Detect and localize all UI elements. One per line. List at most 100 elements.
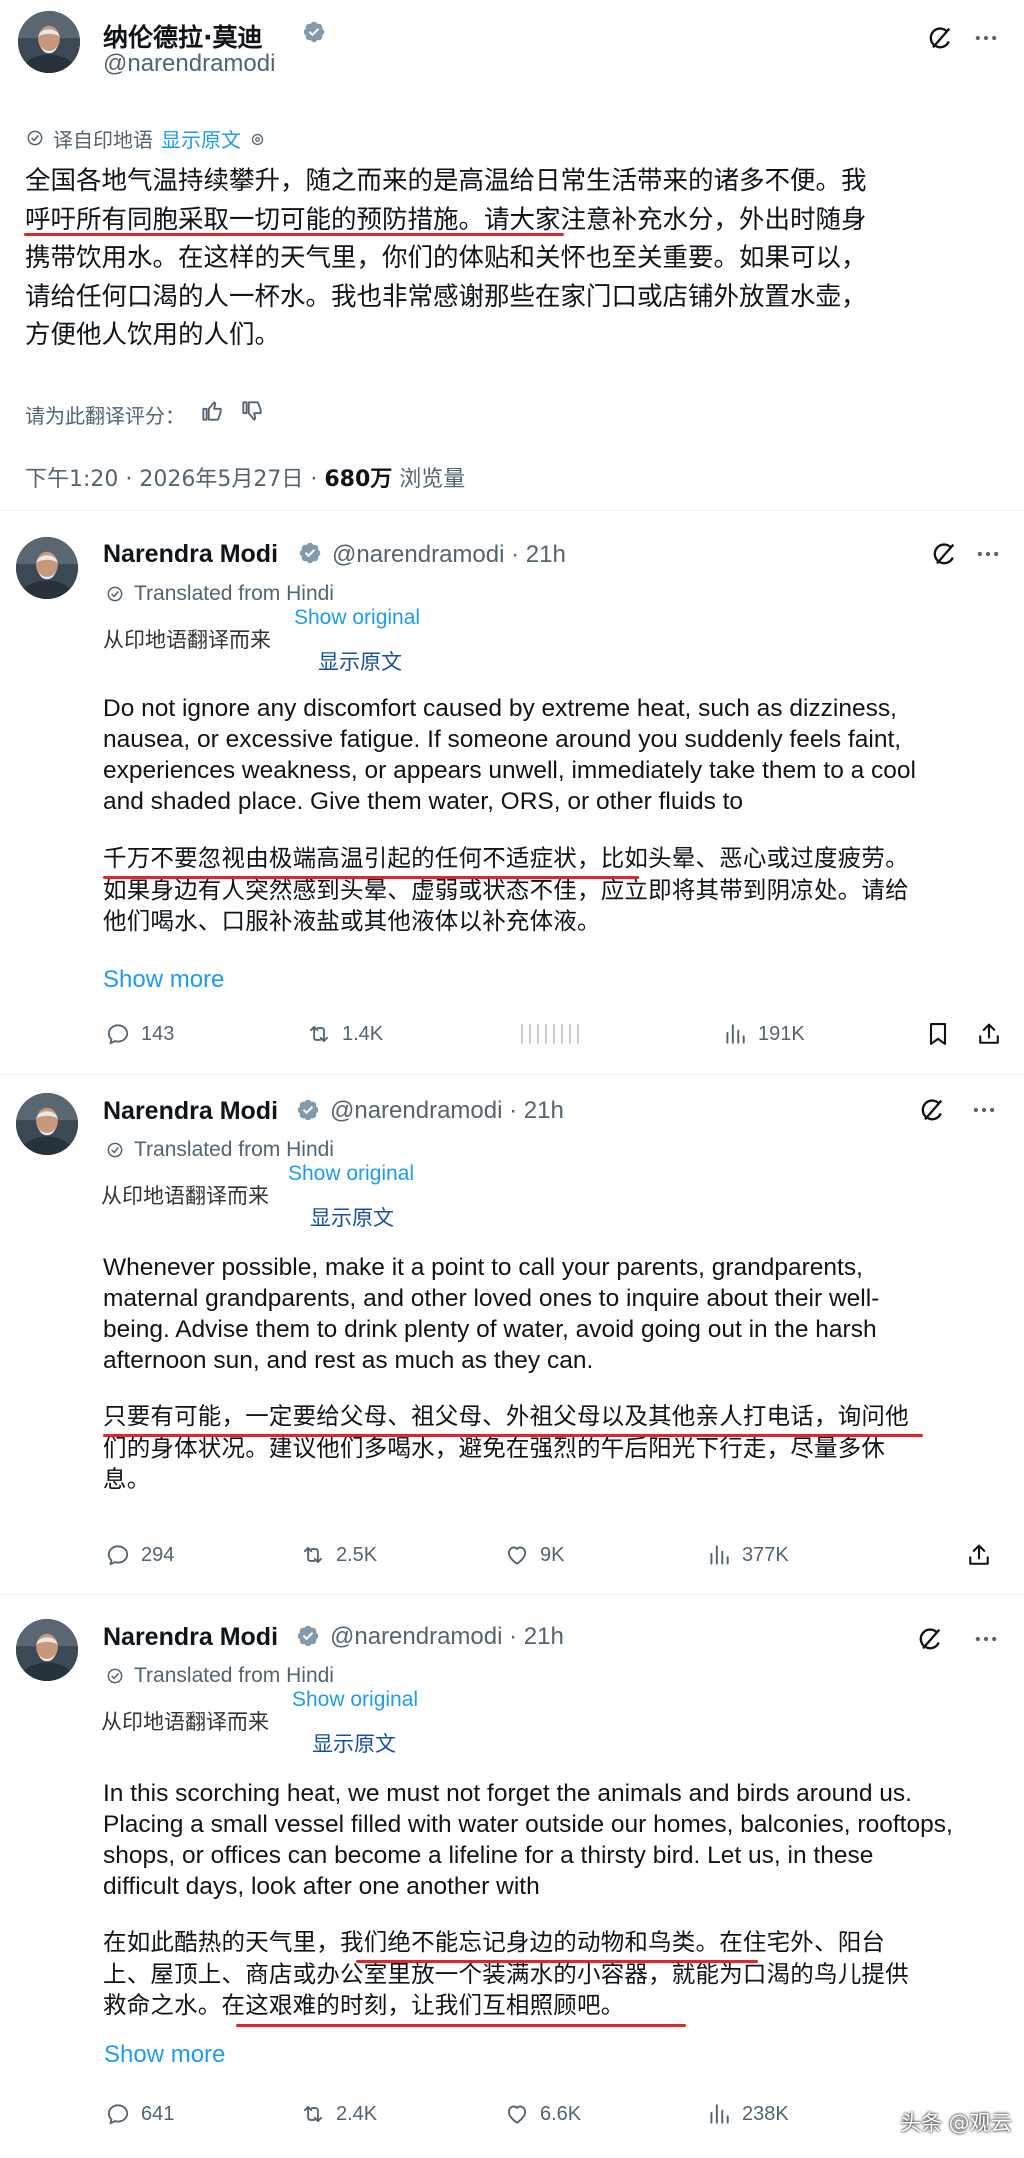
repost-icon xyxy=(300,2101,326,2127)
translate-icon xyxy=(105,1140,125,1161)
reply-text-en: Whenever possible, make it a point to ca… xyxy=(103,1252,983,1376)
gear-icon[interactable] xyxy=(249,127,266,150)
translate-icon xyxy=(105,1666,125,1687)
text-line: experiences weakness, or appears unwell,… xyxy=(103,757,916,784)
grok-icon[interactable] xyxy=(930,540,958,573)
author-name[interactable]: Narendra Modi xyxy=(103,1097,278,1126)
text-line: and shaded place. Give them water, ORS, … xyxy=(103,788,744,815)
show-more-link[interactable]: Show more xyxy=(103,966,224,994)
reply-count[interactable]: 641 xyxy=(105,2101,174,2127)
author-handle[interactable]: @narendramodi · 21h xyxy=(330,1623,564,1651)
show-original-link[interactable]: Show original xyxy=(294,606,420,630)
views-count: 680万 xyxy=(324,467,393,492)
translate-icon xyxy=(25,127,45,150)
grok-icon[interactable] xyxy=(916,1625,944,1658)
avatar[interactable] xyxy=(18,11,80,73)
share-icon[interactable] xyxy=(975,1020,1003,1053)
timestamp[interactable]: 下午1:20 · 2026年5月27日 · xyxy=(25,467,317,492)
divider xyxy=(0,1594,1024,1595)
text-line: 救命之水。在这艰难的时刻，让我们互相照顾吧。 xyxy=(103,1991,625,2019)
more-options-icon[interactable] xyxy=(974,540,1002,573)
show-original-link[interactable]: 显示原文 xyxy=(161,124,241,153)
text-line: Do not ignore any discomfort caused by e… xyxy=(103,695,897,722)
reply-count[interactable]: 294 xyxy=(105,1542,174,1568)
verified-icon xyxy=(296,1624,320,1650)
cn-translated-from-label: 从印地语翻译而来 xyxy=(101,1710,269,1734)
show-original-link[interactable]: Show original xyxy=(292,1688,418,1712)
show-original-link[interactable]: Show original xyxy=(288,1162,414,1186)
views-count[interactable]: 191K xyxy=(722,1021,805,1047)
reply-icon xyxy=(105,1542,131,1568)
thumb-down-icon[interactable] xyxy=(239,398,265,430)
cn-show-original-label: 显示原文 xyxy=(312,1732,396,1756)
author-name[interactable]: Narendra Modi xyxy=(103,540,278,569)
bookmark-icon[interactable] xyxy=(924,1020,952,1053)
like-icon xyxy=(521,1024,579,1044)
more-options-icon[interactable] xyxy=(970,1096,998,1129)
post-meta: 下午1:20 · 2026年5月27日 · 680万 浏览量 xyxy=(25,461,465,493)
cn-translated-from-label: 从印地语翻译而来 xyxy=(103,628,271,652)
share-icon[interactable] xyxy=(965,1541,993,1574)
highlight-underline xyxy=(356,1960,758,1963)
reply-text-cn: 在如此酷热的天气里，我们绝不能忘记身边的动物和鸟类。在住宅外、阳台 上、屋顶上、… xyxy=(103,1927,983,2022)
text-line: Whenever possible, make it a point to ca… xyxy=(103,1254,863,1281)
grok-icon[interactable] xyxy=(918,1096,946,1129)
text-line: being. Advise them to drink plenty of wa… xyxy=(103,1316,877,1343)
verified-icon xyxy=(302,20,326,44)
text-line: 如果身边有人突然感到头晕、虚弱或状态不佳，应立即将其带到阴凉处。请给 xyxy=(103,875,909,904)
thumb-up-icon[interactable] xyxy=(199,398,225,430)
highlight-underline xyxy=(103,876,639,879)
reply-count[interactable]: 143 xyxy=(105,1021,174,1047)
views-icon xyxy=(706,2101,732,2127)
highlight-underline xyxy=(103,1434,923,1437)
verified-icon xyxy=(298,541,322,567)
views-label: 浏览量 xyxy=(399,467,466,492)
like-count[interactable]: 6.6K xyxy=(504,2101,581,2127)
cn-show-original-label: 显示原文 xyxy=(310,1206,394,1230)
repost-icon xyxy=(300,1542,326,1568)
views-icon xyxy=(722,1021,748,1047)
reply-icon xyxy=(105,1021,131,1047)
reply-text-cn: 千万不要忽视由极端高温引起的任何不适症状，比如头晕、恶心或过度疲劳。 如果身边有… xyxy=(103,843,983,938)
text-line: afternoon sun, and rest as much as they … xyxy=(103,1347,594,1374)
verified-icon xyxy=(296,1098,320,1124)
text-line: 们的身体状况。建议他们多喝水，避免在强烈的午后阳光下行走，尽量多休 xyxy=(103,1433,886,1462)
translated-from-label: Translated from Hindi xyxy=(134,582,334,605)
avatar[interactable] xyxy=(16,1093,78,1155)
views-count[interactable]: 238K xyxy=(706,2101,789,2127)
more-options-icon[interactable] xyxy=(972,24,1000,57)
cn-translated-from-label: 从印地语翻译而来 xyxy=(101,1184,269,1208)
text-line: difficult days, look after one another w… xyxy=(103,1873,540,1900)
reply-text-cn: 只要有可能，一定要给父母、祖父母、外祖父母以及其他亲人打电话，询问他 们的身体状… xyxy=(103,1401,983,1496)
author-handle[interactable]: @narendramodi · 21h xyxy=(332,541,566,569)
repost-count[interactable]: 2.4K xyxy=(300,2101,377,2127)
translate-icon xyxy=(105,584,125,605)
text-line: 千万不要忽视由极端高温引起的任何不适症状，比如头晕、恶心或过度疲劳。 xyxy=(103,844,909,872)
translation-rating: 请为此翻译评分： xyxy=(25,398,265,430)
post-body-line: 方便他人饮用的人们。 xyxy=(25,320,281,350)
reply-icon xyxy=(105,2101,131,2127)
like-count[interactable]: 9K xyxy=(504,1542,564,1568)
reply-text-en: In this scorching heat, we must not forg… xyxy=(103,1778,983,1902)
translated-from-label: Translated from Hindi xyxy=(134,1138,334,1161)
avatar[interactable] xyxy=(16,537,78,599)
translated-from-label: Translated from Hindi xyxy=(134,1664,334,1687)
author-name[interactable]: 纳伦德拉·莫迪 xyxy=(103,18,263,54)
author-handle[interactable]: @narendramodi · 21h xyxy=(330,1097,564,1125)
author-name[interactable]: Narendra Modi xyxy=(103,1623,278,1652)
translation-notice: 译自印地语 显示原文 xyxy=(25,124,266,153)
post-body-line: 携带饮用水。在这样的天气里，你们的体贴和关怀也至关重要。如果可以， xyxy=(25,243,867,273)
more-options-icon[interactable] xyxy=(972,1625,1000,1658)
views-count[interactable]: 377K xyxy=(706,1542,789,1568)
repost-count[interactable]: 2.5K xyxy=(300,1542,377,1568)
avatar[interactable] xyxy=(16,1619,78,1681)
repost-count[interactable]: 1.4K xyxy=(306,1021,383,1047)
show-more-link[interactable]: Show more xyxy=(104,2041,225,2069)
translated-label: 译自印地语 xyxy=(53,128,153,152)
rate-label: 请为此翻译评分： xyxy=(25,403,185,428)
text-line: 只要有可能，一定要给父母、祖父母、外祖父母以及其他亲人打电话，询问他 xyxy=(103,1402,909,1430)
like-button[interactable] xyxy=(516,1021,596,1047)
grok-icon[interactable] xyxy=(926,24,954,57)
divider xyxy=(0,510,1024,511)
author-handle[interactable]: @narendramodi xyxy=(103,50,275,78)
